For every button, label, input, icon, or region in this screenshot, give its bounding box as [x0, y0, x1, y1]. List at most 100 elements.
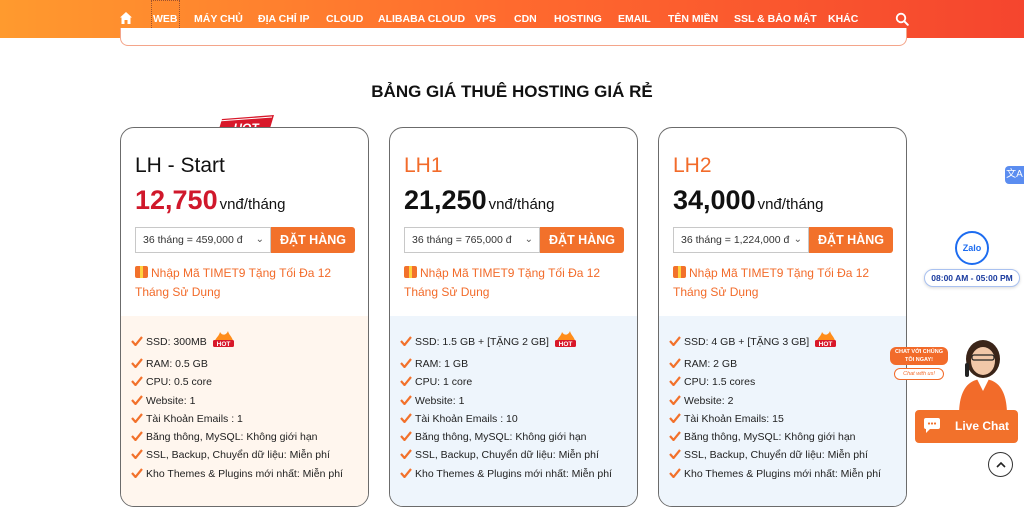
chat-invite-top: CHAT VỚI CHÚNG TÔI NGAY! [890, 347, 948, 365]
feature-list: SSD: 1.5 GB + [TẶNG 2 GB] HOT RAM: 1 GB C… [390, 316, 637, 506]
feature-item: RAM: 1 GB [400, 355, 637, 373]
working-hours-badge: 08:00 AM - 05:00 PM [924, 269, 1020, 287]
plan-period-select[interactable]: 36 tháng = 459,000 đ ⌄ [135, 227, 271, 253]
check-icon [131, 336, 143, 346]
check-icon [669, 413, 681, 423]
plan-price-unit: vnđ/tháng [488, 196, 555, 213]
feature-item: RAM: 2 GB [669, 355, 906, 373]
check-icon [400, 468, 412, 478]
gift-icon [673, 266, 686, 278]
promo-text: Nhập Mã TIMET9 Tặng Tối Đa 12 Tháng Sử D… [404, 266, 601, 299]
feature-item: Băng thông, MySQL: Không giới hạn [669, 428, 906, 446]
plan-price: 12,750 vnđ/tháng [135, 185, 286, 215]
check-icon [131, 413, 143, 423]
check-icon [400, 376, 412, 387]
order-button[interactable]: ĐẶT HÀNG [809, 227, 893, 253]
hot-badge-icon: HOT [212, 331, 234, 348]
back-to-top-button[interactable] [988, 452, 1013, 477]
check-icon [400, 431, 412, 442]
check-icon [131, 394, 143, 405]
live-chat-label: Live Chat [955, 419, 1010, 433]
feature-item: SSL, Backup, Chuyển dữ liệu: Miễn phí [131, 446, 368, 464]
order-button[interactable]: ĐẶT HÀNG [271, 227, 355, 253]
zalo-button[interactable]: Zalo [955, 231, 989, 265]
check-icon [669, 376, 681, 387]
plan-card-lh1: LH1 21,250 vnđ/tháng 36 tháng = 765,000 đ… [389, 127, 638, 507]
plan-card-lh2: LH2 34,000 vnđ/tháng 36 tháng = 1,224,000… [658, 127, 907, 507]
chevron-down-icon: ⌄ [793, 234, 802, 245]
check-icon [669, 394, 681, 405]
plan-price-unit: vnđ/tháng [219, 196, 286, 213]
plan-name: LH1 [404, 154, 443, 177]
feature-item: SSL, Backup, Chuyển dữ liệu: Miễn phí [669, 446, 906, 464]
check-icon [131, 376, 143, 387]
feature-item: SSL, Backup, Chuyển dữ liệu: Miễn phí [400, 446, 637, 464]
check-icon [400, 336, 412, 346]
feature-list: SSD: 4 GB + [TẶNG 3 GB] HOT RAM: 2 GB CPU… [659, 316, 906, 506]
plan-period-select[interactable]: 36 tháng = 1,224,000 đ ⌄ [673, 227, 809, 253]
plan-period-select[interactable]: 36 tháng = 765,000 đ ⌄ [404, 227, 540, 253]
plan-name: LH2 [673, 154, 712, 177]
check-icon [669, 336, 681, 346]
chevron-down-icon: ⌄ [255, 234, 264, 245]
check-icon [400, 413, 412, 423]
chat-icon [924, 418, 940, 433]
svg-text:HOT: HOT [819, 341, 833, 348]
feature-item: CPU: 1 core [400, 373, 637, 391]
check-icon [131, 449, 143, 460]
check-icon [131, 431, 143, 442]
feature-item: Website: 1 [131, 392, 368, 410]
hot-badge-icon: HOT [554, 331, 576, 348]
feature-item: Tài Khoản Emails: 15 [669, 410, 906, 428]
feature-item: SSD: 4 GB + [TẶNG 3 GB] HOT [669, 330, 906, 355]
svg-text:HOT: HOT [559, 341, 573, 348]
feature-item: Website: 1 [400, 392, 637, 410]
check-icon [669, 468, 681, 478]
feature-item: Tài Khoản Emails : 10 [400, 410, 637, 428]
promo-text: Nhập Mã TIMET9 Tặng Tối Đa 12 Tháng Sử D… [673, 266, 870, 299]
check-icon [400, 394, 412, 405]
feature-item: Băng thông, MySQL: Không giới hạn [131, 428, 368, 446]
plan-name: LH - Start [135, 154, 225, 177]
chevron-down-icon: ⌄ [524, 234, 533, 245]
chevron-up-icon [996, 461, 1006, 468]
support-agent-avatar [959, 340, 1007, 415]
gift-icon [135, 266, 148, 278]
chat-invite-bottom: Chat with us! [894, 368, 944, 380]
feature-item: Tài Khoản Emails : 1 [131, 410, 368, 428]
plan-price: 34,000 vnđ/tháng [673, 185, 824, 215]
check-icon [669, 449, 681, 460]
promo-text: Nhập Mã TIMET9 Tặng Tối Đa 12 Tháng Sử D… [135, 266, 332, 299]
plan-card-lh-start: LH - Start 12,750 vnđ/tháng 36 tháng = 45… [120, 127, 369, 507]
gift-icon [404, 266, 417, 278]
check-icon [669, 358, 681, 368]
feature-item: CPU: 1.5 cores [669, 373, 906, 391]
feature-item: Website: 2 [669, 392, 906, 410]
check-icon [400, 358, 412, 368]
live-chat-button[interactable]: Live Chat [915, 410, 1018, 443]
feature-item: Kho Themes & Plugins mới nhất: Miễn phí [669, 465, 906, 483]
check-icon [131, 358, 143, 368]
feature-list: SSD: 300MB HOT RAM: 0.5 GB CPU: 0.5 core … [121, 316, 368, 506]
feature-item: RAM: 0.5 GB [131, 355, 368, 373]
check-icon [669, 431, 681, 442]
chat-invite-bubble[interactable]: CHAT VỚI CHÚNG TÔI NGAY! Chat with us! [890, 347, 948, 381]
hot-badge-icon: HOT [815, 331, 837, 348]
feature-item: SSD: 300MB HOT [131, 330, 368, 355]
previous-section-box [120, 28, 907, 46]
feature-item: CPU: 0.5 core [131, 373, 368, 391]
plan-price-unit: vnđ/tháng [757, 196, 824, 213]
translate-button[interactable]: 文A [1005, 166, 1024, 184]
feature-item: Kho Themes & Plugins mới nhất: Miễn phí [131, 465, 368, 483]
feature-item: Kho Themes & Plugins mới nhất: Miễn phí [400, 465, 637, 483]
order-button[interactable]: ĐẶT HÀNG [540, 227, 624, 253]
svg-text:HOT: HOT [216, 341, 230, 348]
home-icon[interactable] [119, 11, 133, 25]
feature-item: Băng thông, MySQL: Không giới hạn [400, 428, 637, 446]
check-icon [400, 449, 412, 460]
feature-item: SSD: 1.5 GB + [TẶNG 2 GB] HOT [400, 330, 637, 355]
search-icon[interactable] [895, 12, 909, 26]
section-title: BẢNG GIÁ THUÊ HOSTING GIÁ RẺ [371, 82, 653, 101]
plan-price: 21,250 vnđ/tháng [404, 185, 555, 215]
check-icon [131, 468, 143, 478]
